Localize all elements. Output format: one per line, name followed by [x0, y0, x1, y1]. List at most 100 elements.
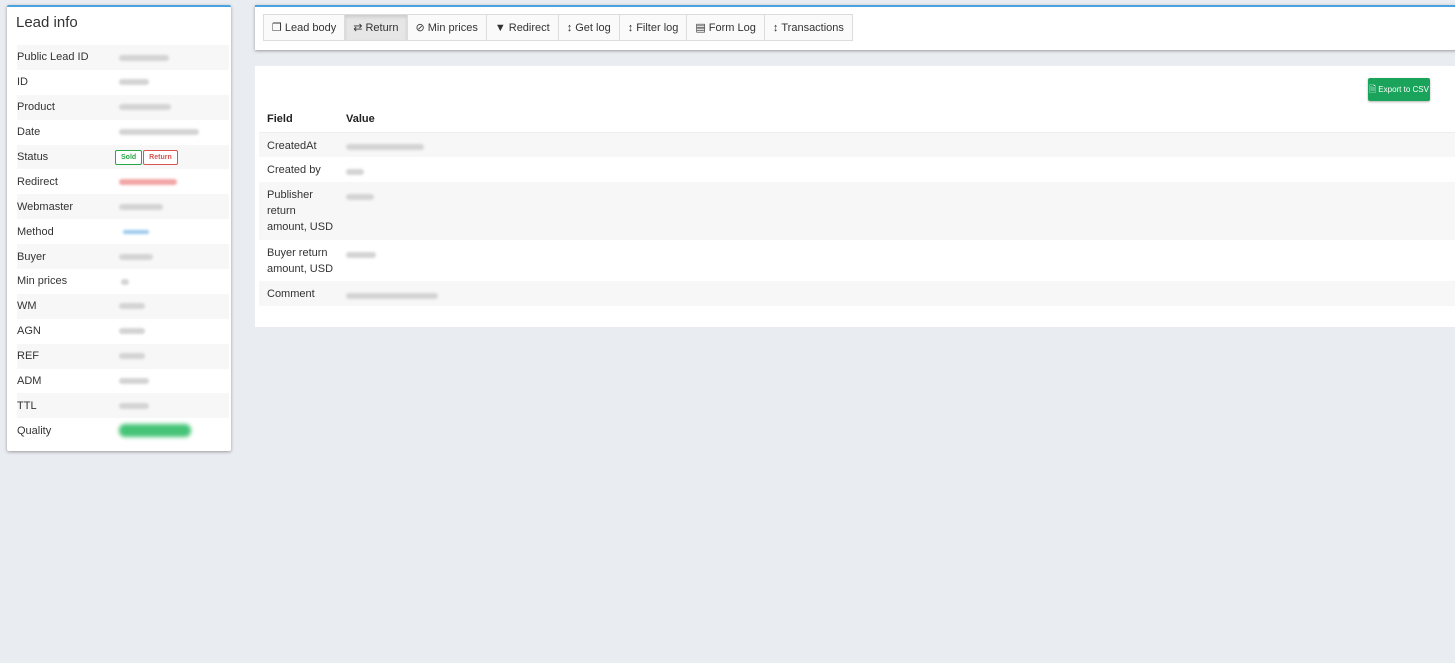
table-row: ADM — [17, 369, 229, 394]
vertical-arrows-icon: ↕ — [566, 21, 573, 34]
field-value — [338, 182, 1455, 240]
table-row: WM — [17, 293, 229, 319]
table-row: Buyer return amount, USD — [259, 240, 1455, 281]
table-row: Status Sold Return — [17, 144, 229, 170]
field-label: Product — [17, 94, 115, 120]
tab-label: Get log — [575, 21, 611, 34]
export-label: Export to CSV — [1378, 85, 1429, 94]
tab-filter-log[interactable]: ↕ Filter log — [619, 15, 688, 40]
field-label: Buyer return amount, USD — [267, 247, 334, 275]
table-row: Comment — [259, 281, 1455, 306]
sold-badge: Sold — [115, 149, 143, 165]
field-value — [338, 240, 1455, 281]
id-card-icon: ▤ — [695, 22, 706, 34]
field-value — [115, 219, 229, 244]
table-row: Public Lead ID — [17, 45, 229, 70]
field-label: Date — [17, 126, 41, 139]
tab-group: ❐ Lead body ⇄ Return ⊘ Min prices ▼ Redi… — [263, 14, 853, 41]
field-value — [115, 70, 229, 95]
ban-icon: ⊘ — [415, 22, 425, 34]
field-value — [115, 393, 229, 419]
file-icon: 🗎 — [1369, 83, 1377, 94]
field-value — [115, 293, 229, 319]
column-header-field: Field — [259, 106, 338, 133]
field-value — [115, 369, 229, 394]
field-value — [115, 45, 229, 70]
lead-info-card: Lead info Public Lead ID ID Product Date… — [7, 5, 231, 451]
table-row: ID — [17, 70, 229, 95]
field-label: Comment — [259, 281, 338, 306]
field-value — [115, 194, 229, 220]
table-row: TTL — [17, 393, 229, 419]
redirect-link[interactable] — [115, 169, 229, 194]
field-value — [115, 94, 229, 120]
vertical-arrows-icon: ↕ — [627, 21, 634, 34]
table-row: Created by — [259, 157, 1455, 182]
table-row: Min prices — [17, 269, 229, 294]
field-label: ID — [17, 76, 28, 89]
field-label: AGN — [17, 325, 41, 338]
field-label: Public Lead ID — [17, 45, 115, 70]
table-row: CreatedAt — [259, 132, 1455, 157]
tab-label: Filter log — [636, 21, 679, 34]
tab-get-log[interactable]: ↕ Get log — [558, 15, 620, 40]
tab-label: Redirect — [508, 21, 550, 34]
tab-transactions[interactable]: ↕ Transactions — [764, 15, 852, 40]
field-value — [338, 132, 1455, 157]
field-label: Method — [17, 225, 54, 238]
exchange-icon: ⇄ — [353, 22, 363, 34]
tab-lead-body[interactable]: ❐ Lead body — [264, 15, 346, 40]
field-value — [115, 120, 229, 145]
vertical-arrows-icon: ↕ — [772, 21, 779, 34]
lead-info-table: Public Lead ID ID Product Date Status So… — [17, 45, 229, 443]
table-row: Publisher return amount, USD — [259, 182, 1455, 240]
field-value — [115, 319, 229, 344]
tab-return[interactable]: ⇄ Return — [345, 15, 408, 40]
table-row: Webmaster — [17, 194, 229, 220]
field-value — [115, 244, 229, 270]
tab-label: Form Log — [708, 21, 756, 34]
field-label: ADM — [17, 375, 42, 388]
table-row: Buyer — [17, 244, 229, 270]
return-table: Field Value CreatedAt Created by Publish… — [259, 106, 1455, 306]
field-label: Status — [17, 144, 115, 170]
lead-info-title: Lead info — [16, 14, 78, 31]
field-label: TTL — [17, 393, 115, 419]
table-row: REF — [17, 343, 229, 369]
table-row: Date — [17, 120, 229, 145]
field-value — [115, 343, 229, 369]
field-label: Webmaster — [17, 194, 115, 220]
tab-redirect[interactable]: ▼ Redirect — [486, 15, 559, 40]
field-label: Created by — [267, 164, 321, 176]
column-header-value: Value — [338, 106, 1455, 133]
table-row: Product — [17, 94, 229, 120]
tab-label: Return — [365, 21, 399, 34]
field-label: WM — [17, 293, 115, 319]
table-row: AGN — [17, 319, 229, 344]
filter-icon: ▼ — [494, 21, 506, 34]
field-value — [115, 269, 229, 294]
field-value — [338, 157, 1455, 182]
return-badge: Return — [143, 149, 178, 165]
table-row: Method — [17, 219, 229, 244]
field-label: CreatedAt — [259, 132, 338, 157]
export-csv-button[interactable]: 🗎 Export to CSV — [1368, 78, 1430, 101]
copy-icon: ❐ — [272, 22, 282, 34]
tab-label: Min prices — [427, 21, 478, 34]
tab-label: Transactions — [781, 21, 844, 34]
return-panel: 🗎 Export to CSV Field Value CreatedAt Cr… — [255, 66, 1455, 327]
tab-form-log[interactable]: ▤ Form Log — [687, 15, 765, 40]
field-label: Publisher return amount, USD — [259, 182, 338, 240]
tab-label: Lead body — [284, 21, 337, 34]
table-header: Field Value — [259, 106, 1455, 133]
field-label: Buyer — [17, 244, 115, 270]
table-row: Quality — [17, 418, 229, 443]
table-row: Redirect — [17, 169, 229, 194]
quality-bar — [115, 418, 229, 443]
field-label: REF — [17, 343, 115, 369]
tabs-card: ❐ Lead body ⇄ Return ⊘ Min prices ▼ Redi… — [255, 5, 1455, 50]
tab-min-prices[interactable]: ⊘ Min prices — [407, 15, 487, 40]
field-label: Min prices — [17, 275, 68, 288]
field-value: Sold Return — [115, 144, 229, 170]
field-label: Quality — [17, 424, 52, 437]
